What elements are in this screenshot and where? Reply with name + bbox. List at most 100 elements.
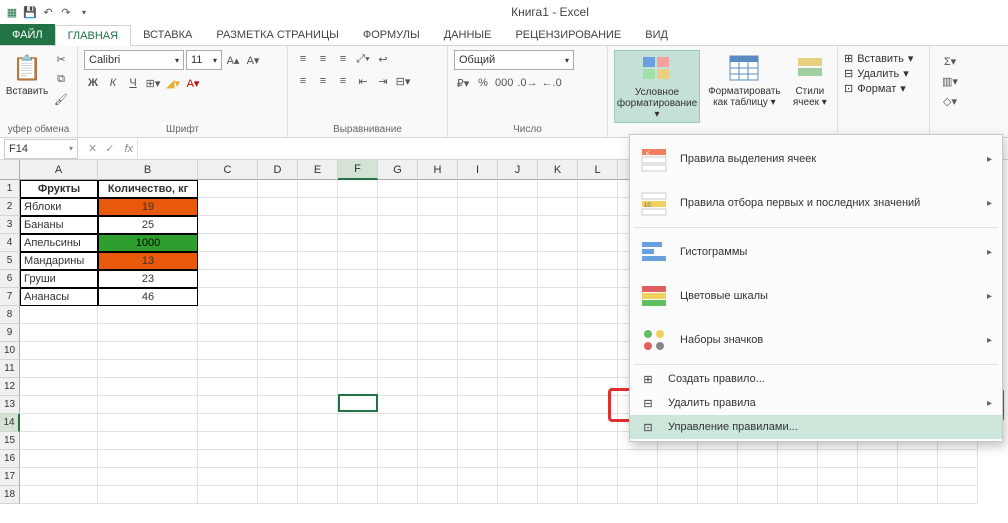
cell[interactable] [298,432,338,450]
cell[interactable]: Ананасы [20,288,98,306]
cell[interactable] [578,450,618,468]
cell[interactable] [498,378,538,396]
cell[interactable] [418,378,458,396]
cell[interactable] [578,360,618,378]
cell[interactable] [378,396,418,414]
row-header[interactable]: 2 [0,198,20,216]
cell[interactable] [98,378,198,396]
tab-formulas[interactable]: ФОРМУЛЫ [351,24,432,45]
row-header[interactable]: 8 [0,306,20,324]
cell[interactable] [20,324,98,342]
cell[interactable] [258,234,298,252]
cell[interactable] [378,486,418,504]
cell[interactable] [338,450,378,468]
cell[interactable] [938,450,978,468]
cell-styles-button[interactable]: Стили ячеек ▾ [789,50,831,110]
col-header[interactable]: D [258,160,298,180]
insert-cells-button[interactable]: Вставить [857,53,904,65]
tab-home[interactable]: ГЛАВНАЯ [55,25,131,46]
cf-new-rule[interactable]: ⊞ Создать правило... [630,367,1002,391]
row-header[interactable]: 10 [0,342,20,360]
cell[interactable] [298,288,338,306]
cell[interactable] [498,468,538,486]
cell[interactable] [258,396,298,414]
cell[interactable] [458,450,498,468]
cell[interactable] [378,432,418,450]
cell[interactable] [258,270,298,288]
cell[interactable] [338,306,378,324]
cell[interactable]: 19 [98,198,198,216]
cell[interactable] [338,468,378,486]
cell[interactable] [98,324,198,342]
cell[interactable] [498,306,538,324]
delete-cells-icon[interactable]: ⊟ [844,67,853,80]
cell[interactable] [458,342,498,360]
cell[interactable] [458,270,498,288]
cell[interactable] [778,486,818,504]
cell[interactable]: 1000 [98,234,198,252]
cell[interactable] [98,360,198,378]
cell[interactable] [418,198,458,216]
cell[interactable] [338,180,378,198]
cell[interactable] [378,342,418,360]
col-header[interactable]: L [578,160,618,180]
cell[interactable] [258,288,298,306]
cell[interactable] [198,234,258,252]
cell[interactable] [498,324,538,342]
cell[interactable]: Апельсины [20,234,98,252]
tab-review[interactable]: РЕЦЕНЗИРОВАНИЕ [503,24,633,45]
cell[interactable] [858,468,898,486]
cell[interactable] [578,288,618,306]
cell[interactable] [198,198,258,216]
redo-icon[interactable]: ↷ [58,4,74,20]
col-header[interactable]: K [538,160,578,180]
cell[interactable] [578,306,618,324]
cell[interactable] [578,396,618,414]
cell[interactable] [20,396,98,414]
cell[interactable] [418,468,458,486]
currency-icon[interactable]: ₽▾ [454,74,472,92]
cell[interactable] [778,468,818,486]
cell[interactable] [498,252,538,270]
cell[interactable] [578,432,618,450]
cell[interactable] [298,486,338,504]
cell[interactable] [538,450,578,468]
cell[interactable]: Груши [20,270,98,288]
row-header[interactable]: 14 [0,414,20,432]
cell[interactable] [498,414,538,432]
cell[interactable] [498,198,538,216]
cell[interactable] [538,180,578,198]
cell[interactable] [618,450,658,468]
undo-icon[interactable]: ↶ [40,4,56,20]
percent-icon[interactable]: % [474,74,492,92]
cell[interactable] [338,234,378,252]
cell[interactable] [258,342,298,360]
row-header[interactable]: 13 [0,396,20,414]
cell[interactable] [258,360,298,378]
col-header[interactable]: J [498,160,538,180]
cell[interactable] [98,450,198,468]
cell[interactable] [298,198,338,216]
cell[interactable] [578,414,618,432]
cell[interactable] [418,342,458,360]
align-middle-icon[interactable]: ≡ [314,50,332,68]
cut-icon[interactable]: ✂ [52,50,70,68]
cell[interactable] [20,414,98,432]
cell[interactable] [498,396,538,414]
cell[interactable] [458,198,498,216]
cell[interactable] [258,378,298,396]
cell[interactable] [698,450,738,468]
cell[interactable] [578,324,618,342]
cell[interactable] [538,414,578,432]
cell[interactable] [338,414,378,432]
cell[interactable] [298,324,338,342]
cell[interactable] [198,180,258,198]
cell[interactable] [338,216,378,234]
cell[interactable] [298,378,338,396]
cell[interactable] [258,450,298,468]
cell[interactable] [458,306,498,324]
cell[interactable] [658,486,698,504]
cell[interactable] [418,360,458,378]
fill-icon[interactable]: ▥▾ [936,72,964,90]
cf-highlight-rules[interactable]: ≤ Правила выделения ячеек ▸ [630,137,1002,181]
